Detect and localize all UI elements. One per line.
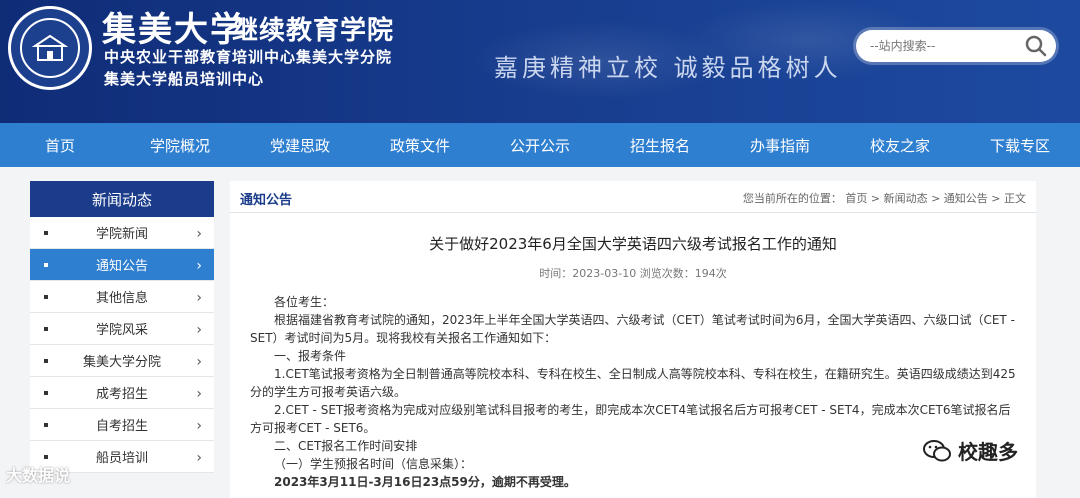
nav-item-party[interactable]: 党建思政 — [240, 123, 360, 167]
section-header: 通知公告 您当前所在的位置： 首页 > 新闻动态 > 通知公告 > 正文 — [230, 181, 1036, 213]
sidebar-item-adult-exam[interactable]: 成考招生 › — [30, 377, 214, 409]
sidebar-item-notices[interactable]: 通知公告 › — [30, 249, 214, 281]
chevron-right-icon: › — [196, 418, 202, 434]
bullet-icon — [44, 231, 48, 235]
nav-item-alumni[interactable]: 校友之家 — [840, 123, 960, 167]
main-nav: 首页 学院概况 党建思政 政策文件 公开公示 招生报名 办事指南 校友之家 下载… — [0, 123, 1080, 167]
bullet-icon — [44, 295, 48, 299]
site-header: 集美大学 继续教育学院 中央农业干部教育培训中心集美大学分院 集美大学船员培训中… — [0, 0, 1080, 123]
nav-item-home[interactable]: 首页 — [0, 123, 120, 167]
sidebar-item-gallery[interactable]: 学院风采 › — [30, 313, 214, 345]
search-icon — [1025, 35, 1047, 57]
brand-subtitle-1: 中央农业干部教育培训中心集美大学分院 — [104, 48, 393, 66]
chevron-right-icon: › — [196, 322, 202, 338]
watermark-left: 大数据说 — [6, 462, 70, 486]
sidebar-item-label: 集美大学分院 — [82, 355, 161, 370]
nav-item-guide[interactable]: 办事指南 — [720, 123, 840, 167]
bullet-icon — [44, 391, 48, 395]
search-button[interactable] — [1024, 34, 1048, 58]
site-search — [856, 30, 1056, 62]
nav-item-about[interactable]: 学院概况 — [120, 123, 240, 167]
sidebar-item-label: 学院新闻 — [95, 227, 148, 242]
college-name: 继续教育学院 — [232, 16, 395, 46]
sidebar-item-label: 自考招生 — [95, 419, 148, 434]
section-title: 通知公告 — [240, 193, 293, 208]
nav-item-enroll[interactable]: 招生报名 — [600, 123, 720, 167]
sidebar-item-label: 其他信息 — [95, 291, 148, 306]
sidebar-title: 新闻动态 — [30, 181, 214, 217]
sidebar-item-label: 通知公告 — [95, 259, 148, 274]
article-paragraph: 二、CET报名工作时间安排 — [274, 439, 418, 453]
sidebar: 新闻动态 学院新闻 › 通知公告 › 其他信息 › 学院风采 › 集美大学分院 … — [30, 181, 214, 473]
sidebar-item-label: 学院风采 — [95, 323, 148, 338]
sidebar-item-other[interactable]: 其他信息 › — [30, 281, 214, 313]
bullet-icon — [44, 263, 48, 267]
sidebar-item-self-exam[interactable]: 自考招生 › — [30, 409, 214, 441]
article-paragraph: 各位考生： — [274, 295, 335, 309]
bullet-icon — [44, 455, 48, 459]
watermark-text: 校趣多 — [958, 440, 1018, 464]
breadcrumb: 您当前所在的位置： 首页 > 新闻动态 > 通知公告 > 正文 — [742, 192, 1026, 205]
brand-subtitle-2: 集美大学船员培训中心 — [104, 70, 265, 88]
article-body: 各位考生： 根据福建省教育考试院的通知，2023年上半年全国大学英语四、六级考试… — [250, 293, 1020, 491]
nav-item-policy[interactable]: 政策文件 — [360, 123, 480, 167]
watermark-text: 大数据说 — [6, 466, 71, 485]
chevron-right-icon: › — [196, 354, 202, 370]
chevron-right-icon: › — [196, 226, 202, 242]
search-input[interactable] — [870, 36, 1010, 56]
article-title: 关于做好2023年6月全国大学英语四六级考试报名工作的通知 — [429, 235, 837, 253]
nav-item-public[interactable]: 公开公示 — [480, 123, 600, 167]
sidebar-item-branch[interactable]: 集美大学分院 › — [30, 345, 214, 377]
wechat-icon — [923, 439, 951, 461]
chevron-right-icon: › — [196, 290, 202, 306]
building-icon — [31, 34, 69, 61]
header-slogan: 嘉庚精神立校 诚毅品格树人 — [494, 54, 842, 82]
article-paragraph: （一）学生预报名时间（信息采集）： — [274, 457, 473, 471]
watermark-right: 校趣多 — [922, 436, 1018, 465]
bullet-icon — [44, 359, 48, 363]
sidebar-item-news[interactable]: 学院新闻 › — [30, 217, 214, 249]
article-meta: 时间：2023-03-10 浏览次数：194次 — [539, 267, 727, 280]
article-paragraph: 2.CET - SET报考资格为完成对应级别笔试科目报考的考生，即完成本次CET… — [250, 403, 1011, 435]
university-name: 集美大学 — [102, 10, 246, 50]
article-deadline: 2023年3月11日-3月16日23点59分，逾期不再受理。 — [274, 475, 576, 489]
chevron-right-icon: › — [196, 450, 202, 466]
nav-item-download[interactable]: 下载专区 — [960, 123, 1080, 167]
article-paragraph: 一、报考条件 — [274, 349, 347, 363]
sidebar-item-label: 船员培训 — [95, 451, 148, 466]
bullet-icon — [44, 327, 48, 331]
university-logo[interactable] — [8, 6, 92, 90]
article-paragraph: 1.CET笔试报考资格为全日制普通高等院校本科、专科在校生、全日制成人高等院校本… — [250, 367, 1016, 399]
sidebar-item-label: 成考招生 — [95, 387, 148, 402]
bullet-icon — [44, 423, 48, 427]
article-paragraph: 根据福建省教育考试院的通知，2023年上半年全国大学英语四、六级考试（CET）笔… — [250, 313, 1015, 345]
logo-emblem — [20, 18, 80, 78]
article-panel: 通知公告 您当前所在的位置： 首页 > 新闻动态 > 通知公告 > 正文 关于做… — [230, 181, 1036, 498]
chevron-right-icon: › — [196, 386, 202, 402]
chevron-right-icon: › — [196, 258, 202, 274]
